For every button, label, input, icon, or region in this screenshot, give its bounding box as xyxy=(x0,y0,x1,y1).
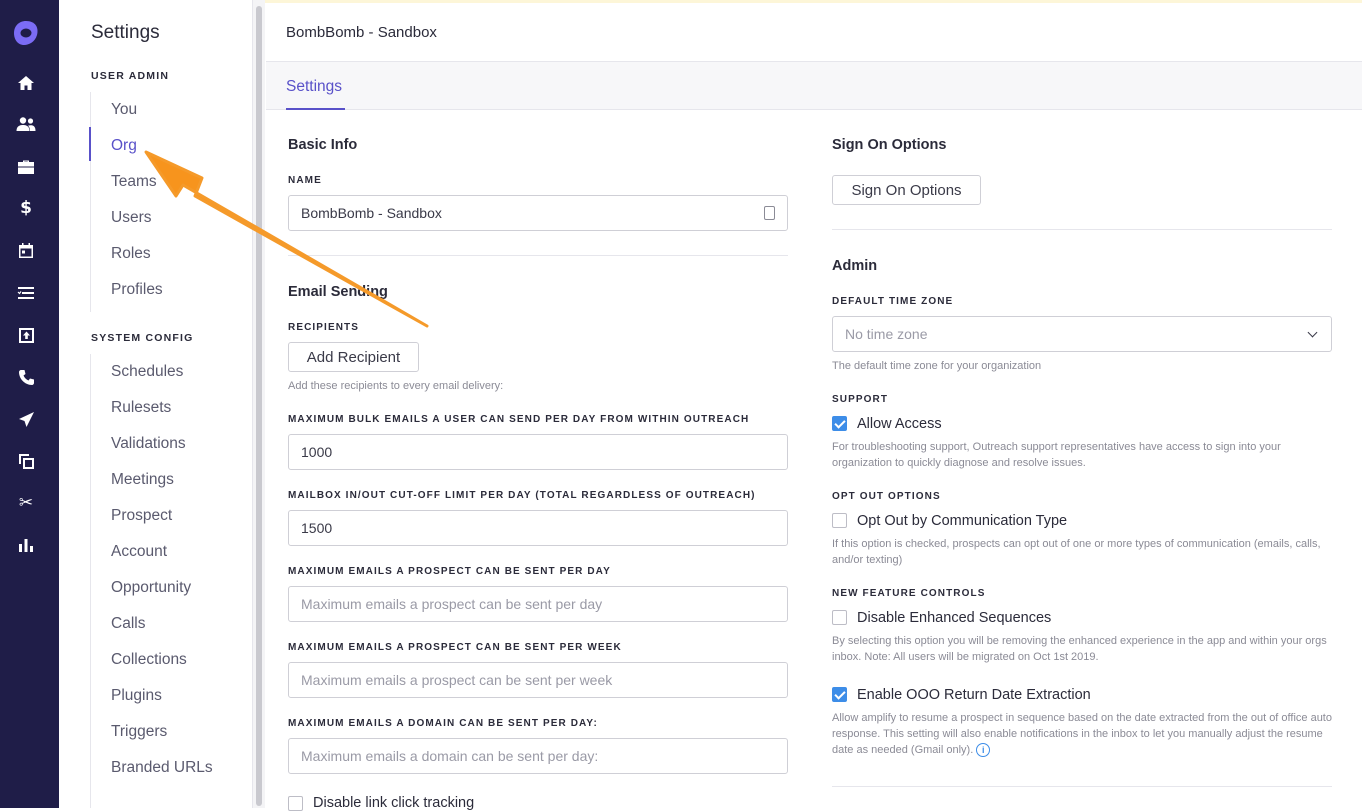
timezone-hint: The default time zone for your organizat… xyxy=(832,360,1042,372)
ooo-extraction-checkbox[interactable] xyxy=(832,687,847,702)
bar-chart-icon[interactable] xyxy=(14,533,38,557)
scissors-icon[interactable]: ✂ xyxy=(14,491,38,515)
feature-controls-label: NEW FEATURE CONTROLS xyxy=(832,588,986,599)
nav-item-you[interactable]: You xyxy=(111,101,137,119)
info-icon[interactable]: i xyxy=(976,743,991,758)
tab-underline xyxy=(286,108,345,110)
disable-enhanced-label: Disable Enhanced Sequences xyxy=(857,610,1052,626)
tab-settings[interactable]: Settings xyxy=(286,78,342,96)
nav-item-rulesets[interactable]: Rulesets xyxy=(111,399,171,417)
chevron-down-icon xyxy=(1307,327,1318,338)
section-divider xyxy=(288,255,788,256)
nav-item-roles[interactable]: Roles xyxy=(111,245,151,263)
opt-out-option-label: Opt Out by Communication Type xyxy=(857,513,1068,529)
nav-item-collections[interactable]: Collections xyxy=(111,651,187,669)
tasks-icon[interactable] xyxy=(14,281,38,305)
disable-enhanced-checkbox[interactable] xyxy=(832,610,847,625)
admin-heading: Admin xyxy=(832,258,878,274)
support-label: SUPPORT xyxy=(832,394,889,405)
phone-icon[interactable] xyxy=(14,365,38,389)
nav-item-triggers[interactable]: Triggers xyxy=(111,723,167,741)
section-divider xyxy=(832,786,1332,787)
allow-access-label: Allow Access xyxy=(857,416,942,432)
opt-out-label: OPT OUT OPTIONS xyxy=(832,491,941,502)
bulk-emails-field[interactable]: 1000 xyxy=(288,434,788,470)
inbox-icon[interactable] xyxy=(14,323,38,347)
disable-enhanced-hint: By selecting this option you will be rem… xyxy=(832,635,1327,663)
opt-out-checkbox[interactable] xyxy=(832,513,847,528)
prospect-week-field[interactable]: Maximum emails a prospect can be sent pe… xyxy=(288,662,788,698)
nav-item-branded-urls[interactable]: Branded URLs xyxy=(111,759,213,777)
disable-link-tracking-label: Disable link click tracking xyxy=(313,795,475,811)
timezone-value: No time zone xyxy=(845,326,928,342)
home-icon[interactable] xyxy=(14,71,38,95)
nav-group-line xyxy=(90,354,91,808)
tab-bar: Settings xyxy=(266,61,1362,110)
nav-item-teams[interactable]: Teams xyxy=(111,173,157,191)
copy-icon[interactable] xyxy=(14,449,38,473)
add-recipient-button[interactable]: Add Recipient xyxy=(288,342,419,372)
recipients-label: RECIPIENTS xyxy=(288,322,360,333)
domain-day-label: MAXIMUM EMAILS A DOMAIN CAN BE SENT PER … xyxy=(288,718,598,729)
mailbox-limit-field[interactable]: 1500 xyxy=(288,510,788,546)
nav-item-validations[interactable]: Validations xyxy=(111,435,186,453)
nav-item-profiles[interactable]: Profiles xyxy=(111,281,163,299)
active-indicator xyxy=(89,127,91,161)
nav-item-opportunity[interactable]: Opportunity xyxy=(111,579,191,597)
calendar-icon[interactable] xyxy=(14,238,38,262)
disable-link-tracking-checkbox[interactable] xyxy=(288,796,303,811)
briefcase-icon[interactable] xyxy=(14,155,38,179)
dollar-icon[interactable]: $ xyxy=(14,196,38,220)
nav-item-prospect[interactable]: Prospect xyxy=(111,507,172,525)
people-icon[interactable] xyxy=(14,112,38,136)
recipients-hint: Add these recipients to every email deli… xyxy=(288,380,504,392)
nav-item-schedules[interactable]: Schedules xyxy=(111,363,183,381)
name-value: BombBomb - Sandbox xyxy=(301,205,442,221)
prospect-day-field[interactable]: Maximum emails a prospect can be sent pe… xyxy=(288,586,788,622)
sign-on-heading: Sign On Options xyxy=(832,137,947,153)
opt-out-hint: If this option is checked, prospects can… xyxy=(832,538,1321,566)
support-hint: For troubleshooting support, Outreach su… xyxy=(832,441,1281,469)
timezone-select[interactable]: No time zone xyxy=(832,316,1332,352)
name-label: NAME xyxy=(288,175,322,186)
nav-scrollbar[interactable] xyxy=(252,0,265,808)
sign-on-options-button[interactable]: Sign On Options xyxy=(832,175,981,205)
nav-group-line xyxy=(90,92,91,312)
prospect-week-label: MAXIMUM EMAILS A PROSPECT CAN BE SENT PE… xyxy=(288,642,622,653)
nav-item-plugins[interactable]: Plugins xyxy=(111,687,162,705)
page-title: BombBomb - Sandbox xyxy=(286,24,437,41)
app-rail: $ ✂ xyxy=(0,0,59,808)
nav-item-calls[interactable]: Calls xyxy=(111,615,145,633)
ooo-extraction-label: Enable OOO Return Date Extraction xyxy=(857,687,1091,703)
send-icon[interactable] xyxy=(14,407,38,431)
prospect-day-label: MAXIMUM EMAILS A PROSPECT CAN BE SENT PE… xyxy=(288,566,611,577)
nav-title: Settings xyxy=(91,22,160,43)
name-field[interactable]: BombBomb - Sandbox xyxy=(288,195,788,231)
settings-nav: Settings USER ADMIN You Org Teams Users … xyxy=(59,0,252,808)
domain-day-field[interactable]: Maximum emails a domain can be sent per … xyxy=(288,738,788,774)
bulk-emails-label: MAXIMUM BULK EMAILS A USER CAN SEND PER … xyxy=(288,414,750,425)
section-user-admin: USER ADMIN xyxy=(91,70,170,82)
scrollbar-thumb[interactable] xyxy=(256,6,262,806)
section-divider xyxy=(832,229,1332,230)
nav-item-meetings[interactable]: Meetings xyxy=(111,471,174,489)
allow-access-checkbox[interactable] xyxy=(832,416,847,431)
mailbox-limit-label: MAILBOX IN/OUT CUT-OFF LIMIT PER DAY (TO… xyxy=(288,490,756,501)
nav-item-org[interactable]: Org xyxy=(111,137,137,155)
main-content: BombBomb - Sandbox Settings Basic Info N… xyxy=(266,0,1362,811)
section-system-config: SYSTEM CONFIG xyxy=(91,332,194,344)
nav-item-account[interactable]: Account xyxy=(111,543,167,561)
ooo-extraction-hint: Allow amplify to resume a prospect in se… xyxy=(832,712,1332,758)
outreach-logo-icon[interactable] xyxy=(11,18,41,48)
nav-item-users[interactable]: Users xyxy=(111,209,151,227)
timezone-label: DEFAULT TIME ZONE xyxy=(832,296,954,307)
basic-info-heading: Basic Info xyxy=(288,137,358,153)
email-sending-heading: Email Sending xyxy=(288,284,388,300)
contact-card-icon xyxy=(764,206,775,220)
